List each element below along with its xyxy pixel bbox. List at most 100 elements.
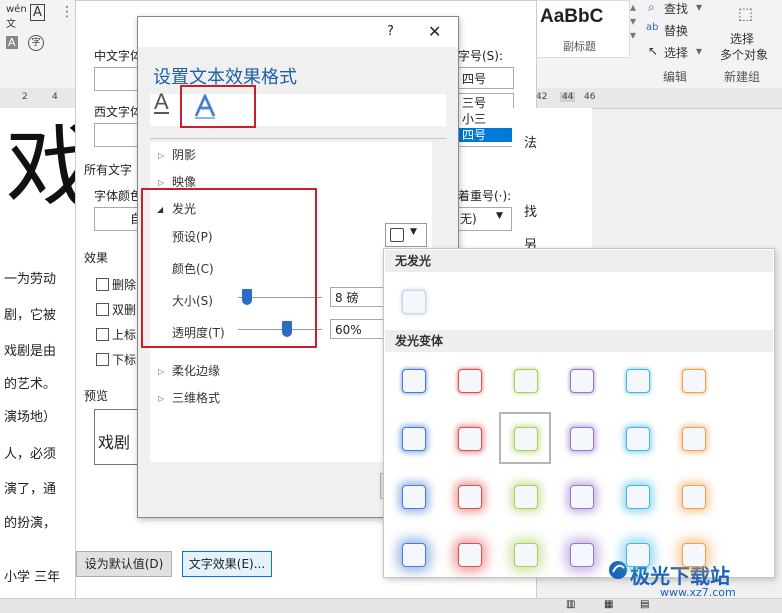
text-effects-button[interactable]: 文字效果(E)... (182, 551, 272, 577)
doc-line: 一为劳动 (4, 272, 57, 287)
glow-variant[interactable] (682, 485, 706, 509)
select-arrow-icon[interactable]: ↖ (648, 44, 658, 58)
section-3d-format[interactable]: 三维格式 (172, 389, 220, 406)
web-layout-icon[interactable]: ▤ (640, 599, 649, 610)
select-button[interactable]: 选择 (664, 44, 688, 61)
help-button[interactable]: ? (387, 24, 394, 39)
char-shading-icon[interactable]: A (6, 36, 18, 49)
doc-line: 剧，它被 (4, 308, 57, 323)
double-strike-checkbox[interactable] (96, 303, 109, 316)
expand-reflection-icon[interactable]: ▷ (158, 178, 164, 187)
find-dropdown-icon[interactable]: ▾ (696, 0, 702, 14)
doc-line: 演了，通 (4, 482, 57, 497)
double-strike-label: 双删 (112, 303, 137, 317)
list-item-selected[interactable]: 四号 (459, 128, 513, 142)
glow-variant[interactable] (458, 543, 482, 567)
find-icon[interactable]: ⌕ (648, 0, 655, 15)
superscript-label: 上标 (112, 328, 137, 342)
section-soft-edges[interactable]: 柔化边缘 (172, 362, 220, 379)
text-fill-outline-tab-icon[interactable]: A (154, 91, 169, 114)
emphasis-label: 着重号(·): (458, 189, 512, 203)
watermark-logo-icon (609, 561, 627, 579)
chevron-down-icon[interactable]: ▼ (496, 211, 503, 221)
size-list[interactable]: 三号 小三 四号 (458, 93, 514, 147)
glow-variant[interactable] (626, 485, 650, 509)
all-text-label: 所有文字 (84, 163, 133, 177)
chinese-font-select[interactable] (94, 67, 140, 91)
glow-variant[interactable] (402, 427, 426, 451)
glow-color-button[interactable]: ▼ (385, 223, 427, 247)
glow-variant[interactable] (570, 369, 594, 393)
set-default-button[interactable]: 设为默认值(D) (76, 551, 172, 577)
color-swatch (390, 228, 404, 242)
select-objects-label-2[interactable]: 多个对象 (720, 46, 768, 63)
glow-variant[interactable] (682, 369, 706, 393)
glow-variant[interactable] (458, 485, 482, 509)
strikethrough-checkbox[interactable] (96, 278, 109, 291)
doc-line: 的扮演， (4, 516, 57, 531)
expand-3d-format-icon[interactable]: ▷ (158, 394, 164, 403)
document-page-right[interactable] (512, 108, 592, 248)
transparency-spinner[interactable]: 60% (330, 319, 388, 339)
glow-variants-header: 发光变体 (385, 330, 773, 352)
close-button[interactable]: ✕ (428, 22, 441, 41)
select-objects-label[interactable]: 选择 (730, 30, 754, 47)
size-value: 四号 (462, 72, 487, 86)
section-shadow[interactable]: 阴影 (172, 146, 196, 163)
size-spinner[interactable]: 8 磅 (330, 287, 388, 307)
emphasis-value: 无) (460, 212, 477, 226)
doc-line: 人，必须 (4, 447, 57, 462)
glow-variant[interactable] (458, 369, 482, 393)
glow-variant[interactable] (402, 485, 426, 509)
list-icon[interactable]: ⋮ (60, 4, 74, 20)
replace-button[interactable]: 替换 (664, 22, 688, 39)
glow-variant[interactable] (626, 543, 650, 567)
western-font-select[interactable] (94, 123, 140, 147)
doc-line: 法 (524, 136, 538, 151)
ruler-tick: 2 (22, 92, 28, 102)
no-glow-header: 无发光 (385, 250, 773, 272)
glow-variant[interactable] (682, 543, 706, 567)
glow-variant[interactable] (626, 369, 650, 393)
phonetic-guide-icon[interactable]: wén 文 (6, 4, 27, 30)
glow-variant[interactable] (458, 427, 482, 451)
select-objects-icon[interactable]: ⬚ (738, 4, 753, 23)
chevron-down-icon: ▼ (410, 227, 417, 237)
style-preview[interactable]: AaBbC (540, 6, 603, 28)
watermark-url: www.xz7.com (660, 586, 736, 599)
glow-variant[interactable] (570, 485, 594, 509)
expand-shadow-icon[interactable]: ▷ (158, 151, 164, 160)
read-mode-icon[interactable]: ▥ (566, 599, 575, 610)
no-glow-option[interactable] (402, 290, 426, 314)
styles-scroll-icon[interactable]: ▴ ▾ ▾ (630, 0, 636, 42)
glow-variant[interactable] (402, 369, 426, 393)
replace-icon[interactable]: ab (646, 22, 658, 33)
ruler-tick: 46 (584, 92, 596, 102)
subscript-checkbox[interactable] (96, 353, 109, 366)
glow-selected-frame (499, 412, 551, 464)
ruler-tick: 42 (536, 92, 548, 102)
glow-gallery: 无发光 发光变体 (383, 248, 775, 578)
enclose-char-icon[interactable]: 字 (28, 35, 44, 51)
subscript-label: 下标 (112, 353, 137, 367)
select-dropdown-icon[interactable]: ▾ (696, 44, 702, 58)
preview-text: 戏剧 (98, 433, 131, 452)
glow-variant[interactable] (514, 543, 538, 567)
glow-variant[interactable] (682, 427, 706, 451)
find-button[interactable]: 查找 (664, 0, 688, 17)
glow-variant[interactable] (626, 427, 650, 451)
char-border-icon[interactable]: A (30, 4, 45, 21)
print-layout-icon[interactable]: ▦ (604, 599, 613, 610)
glow-variant[interactable] (514, 485, 538, 509)
list-item[interactable]: 小三 (459, 112, 513, 126)
glow-variant[interactable] (570, 427, 594, 451)
glow-variant[interactable] (402, 543, 426, 567)
tab-divider (150, 138, 446, 139)
glow-variant[interactable] (514, 369, 538, 393)
list-item[interactable]: 三号 (459, 96, 513, 110)
chinese-font-label: 中文字体 (94, 49, 143, 63)
glow-variant[interactable] (570, 543, 594, 567)
doc-line: 演场地） (4, 410, 57, 425)
superscript-checkbox[interactable] (96, 328, 109, 341)
expand-soft-edges-icon[interactable]: ▷ (158, 367, 164, 376)
